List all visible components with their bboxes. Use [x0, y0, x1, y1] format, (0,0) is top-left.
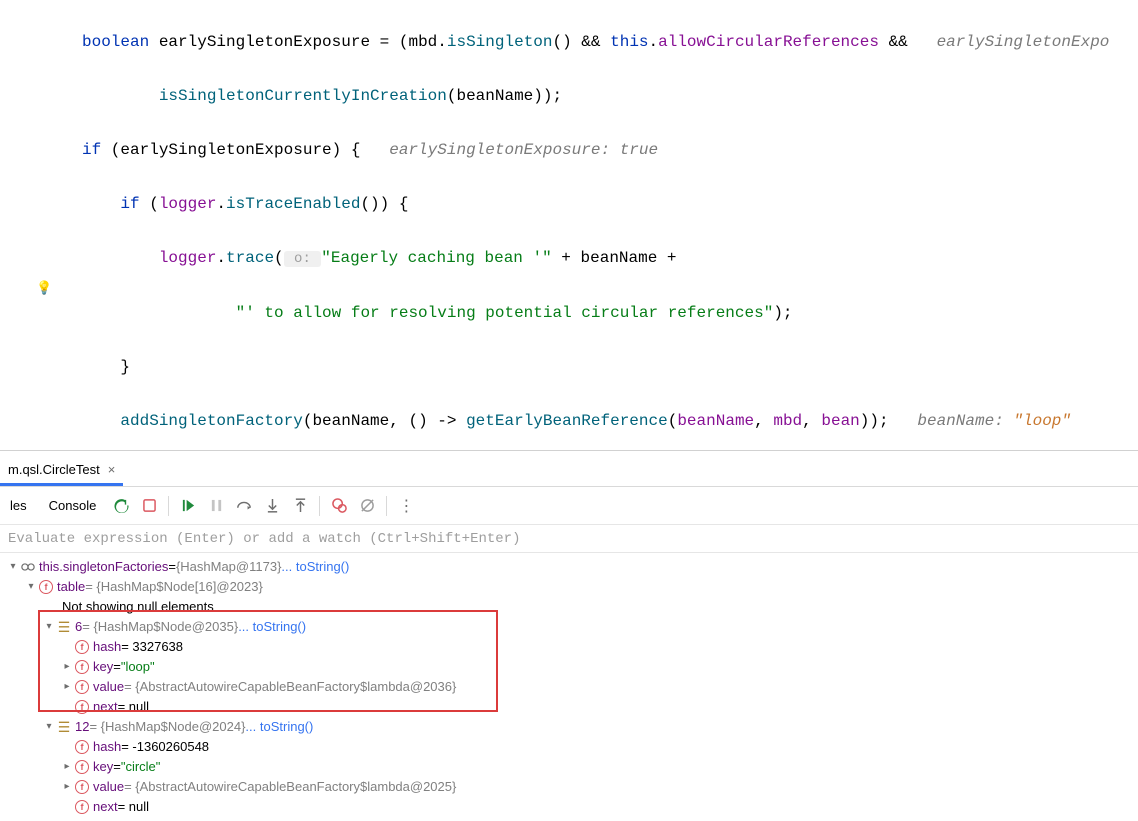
les-tab[interactable]: les: [0, 492, 37, 519]
chevron-right-icon[interactable]: ▸: [60, 657, 74, 677]
variable-value: = {HashMap$Node@2024}: [89, 717, 245, 737]
code-line: boolean earlySingletonExposure = (mbd.is…: [82, 29, 1138, 56]
field-icon: f: [74, 739, 90, 755]
code-line: logger.trace( o: "Eagerly caching bean '…: [82, 245, 1138, 273]
stop-icon[interactable]: [136, 493, 162, 519]
code-line: addSingletonFactory(beanName, () -> getE…: [82, 408, 1138, 435]
code-line: }: [82, 354, 1138, 381]
variable-name: hash: [93, 737, 121, 757]
debug-panel: m.qsl.CircleTest × les Console: [0, 450, 1138, 815]
tree-row[interactable]: f next = null: [4, 797, 1134, 817]
tree-row[interactable]: f hash = -1360260548: [4, 737, 1134, 757]
tree-row[interactable]: ▸ f key = "circle": [4, 757, 1134, 777]
chevron-down-icon[interactable]: ▾: [42, 717, 56, 737]
field-icon: f: [74, 799, 90, 815]
code-area[interactable]: boolean earlySingletonExposure = (mbd.is…: [0, 0, 1138, 450]
field-icon: f: [74, 699, 90, 715]
field-icon: f: [74, 679, 90, 695]
variable-name: 6: [75, 617, 82, 637]
run-tabbar: m.qsl.CircleTest ×: [0, 451, 1138, 487]
code-line: "' to allow for resolving potential circ…: [82, 300, 1138, 327]
code-editor[interactable]: 💡 boolean earlySingletonExposure = (mbd.…: [0, 0, 1138, 450]
tree-row[interactable]: ▾ ☰ 12 = {HashMap$Node@2024} ... toStrin…: [4, 717, 1134, 737]
step-into-icon[interactable]: [259, 493, 285, 519]
variable-name: value: [93, 677, 124, 697]
more-icon[interactable]: ⋮: [393, 493, 419, 519]
variable-value: {HashMap@1173}: [176, 557, 281, 577]
index-icon: ☰: [56, 719, 72, 735]
close-icon[interactable]: ×: [104, 462, 116, 477]
variable-value: = null: [118, 797, 149, 817]
field-icon: f: [74, 779, 90, 795]
tree-row[interactable]: f hash = 3327638: [4, 637, 1134, 657]
chevron-down-icon[interactable]: ▾: [24, 577, 38, 597]
tree-row[interactable]: ▸ f key = "loop": [4, 657, 1134, 677]
separator: [386, 496, 387, 516]
watch-icon: [20, 559, 36, 575]
variables-tree[interactable]: ▾ this.singletonFactories = {HashMap@117…: [0, 553, 1138, 821]
separator: [319, 496, 320, 516]
variable-value: "loop": [121, 657, 155, 677]
variable-name: next: [93, 697, 118, 717]
tree-row[interactable]: ▾ f table = {HashMap$Node[16]@2023}: [4, 577, 1134, 597]
tree-row[interactable]: ▸ f value = {AbstractAutowireCapableBean…: [4, 677, 1134, 697]
separator: [168, 496, 169, 516]
editor-gutter: 💡: [0, 0, 55, 450]
variable-name: key: [93, 657, 113, 677]
chevron-down-icon[interactable]: ▾: [42, 617, 56, 637]
tree-row[interactable]: f next = null: [4, 697, 1134, 717]
code-line: if (logger.isTraceEnabled()) {: [82, 191, 1138, 218]
variable-name: hash: [93, 637, 121, 657]
view-breakpoints-icon[interactable]: [326, 493, 352, 519]
variable-name: value: [93, 777, 124, 797]
rerun-icon[interactable]: [108, 493, 134, 519]
code-line: isSingletonCurrentlyInCreation(beanName)…: [82, 83, 1138, 110]
field-icon: f: [74, 759, 90, 775]
mute-breakpoints-icon[interactable]: [354, 493, 380, 519]
variable-value: = {AbstractAutowireCapableBeanFactory$la…: [124, 677, 456, 697]
tree-row[interactable]: ▸ f value = {AbstractAutowireCapableBean…: [4, 777, 1134, 797]
code-line: if (earlySingletonExposure) { earlySingl…: [82, 137, 1138, 164]
evaluate-expression-input[interactable]: Evaluate expression (Enter) or add a wat…: [0, 525, 1138, 553]
chevron-right-icon[interactable]: ▸: [60, 677, 74, 697]
chevron-down-icon[interactable]: ▾: [6, 557, 20, 577]
field-icon: f: [74, 639, 90, 655]
tostring-link[interactable]: ... toString(): [281, 557, 349, 577]
variable-name: this.singletonFactories: [39, 557, 168, 577]
field-icon: f: [74, 659, 90, 675]
field-icon: f: [38, 579, 54, 595]
intention-bulb-icon[interactable]: 💡: [36, 281, 50, 295]
variable-name: 12: [75, 717, 89, 737]
step-over-icon[interactable]: [231, 493, 257, 519]
tostring-link[interactable]: ... toString(): [238, 617, 306, 637]
variable-value: = -1360260548: [121, 737, 209, 757]
variable-value: = {HashMap$Node[16]@2023}: [85, 577, 263, 597]
tab-circletest[interactable]: m.qsl.CircleTest ×: [0, 454, 123, 486]
variable-value: = null: [118, 697, 149, 717]
evaluate-placeholder: Evaluate expression (Enter) or add a wat…: [8, 531, 520, 547]
chevron-right-icon[interactable]: ▸: [60, 777, 74, 797]
variable-value: = {AbstractAutowireCapableBeanFactory$la…: [124, 777, 456, 797]
debug-toolbar: les Console ⋮: [0, 487, 1138, 525]
tab-label: m.qsl.CircleTest: [8, 462, 100, 477]
index-icon: ☰: [56, 619, 72, 635]
variable-name: key: [93, 757, 113, 777]
step-out-icon[interactable]: [287, 493, 313, 519]
variable-name: table: [57, 577, 85, 597]
variable-value: = {HashMap$Node@2035}: [82, 617, 238, 637]
console-tab[interactable]: Console: [39, 492, 107, 519]
pause-icon[interactable]: [203, 493, 229, 519]
tostring-link[interactable]: ... toString(): [245, 717, 313, 737]
variable-value: "circle": [121, 757, 161, 777]
tree-row[interactable]: ▾ this.singletonFactories = {HashMap@117…: [4, 557, 1134, 577]
resume-icon[interactable]: [175, 493, 201, 519]
variable-name: next: [93, 797, 118, 817]
chevron-right-icon[interactable]: ▸: [60, 757, 74, 777]
variable-value: = 3327638: [121, 637, 183, 657]
tree-row[interactable]: ▾ ☰ 6 = {HashMap$Node@2035} ... toString…: [4, 617, 1134, 637]
tree-info-row: Not showing null elements: [4, 597, 1134, 617]
